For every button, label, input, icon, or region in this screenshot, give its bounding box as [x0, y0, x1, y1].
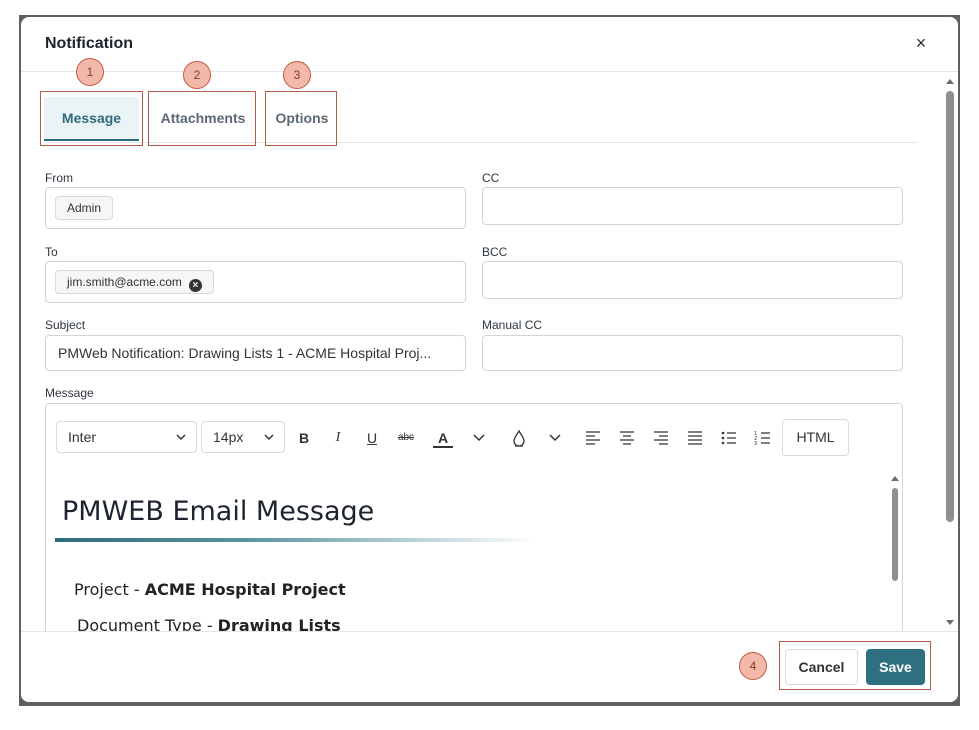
bcc-input[interactable]: [482, 261, 903, 299]
align-justify-icon[interactable]: [685, 429, 705, 447]
html-source-button[interactable]: HTML: [782, 419, 849, 456]
dialog-scrollbar-thumb[interactable]: [946, 91, 954, 522]
message-label: Message: [45, 386, 94, 400]
align-center-icon[interactable]: [617, 429, 637, 447]
from-label: From: [45, 171, 73, 185]
subject-value: PMWeb Notification: Drawing Lists 1 - AC…: [58, 345, 432, 361]
from-chip[interactable]: Admin: [55, 196, 114, 220]
scroll-up-arrow-icon[interactable]: [946, 79, 954, 84]
callout-highlight-attachments-tab: [148, 91, 256, 146]
strikethrough-button[interactable]: abc: [396, 429, 416, 447]
text-color-chevron-icon[interactable]: [469, 429, 489, 447]
message-editor[interactable]: Inter 14px B I U abc A 123 HTML PMWEB Em…: [45, 403, 903, 643]
dialog-scrollbar[interactable]: [943, 77, 957, 629]
remove-chip-icon[interactable]: ×: [188, 279, 202, 292]
align-left-icon[interactable]: [583, 429, 603, 447]
to-label: To: [45, 245, 58, 259]
to-chip: jim.smith@acme.com ×: [55, 270, 214, 294]
callout-highlight-message-tab: [40, 91, 143, 146]
svg-text:3: 3: [754, 441, 757, 447]
chevron-down-icon: [264, 434, 274, 441]
manual-cc-label: Manual CC: [482, 318, 543, 332]
scroll-up-arrow-icon[interactable]: [891, 476, 899, 481]
font-size-select[interactable]: 14px: [201, 421, 285, 453]
callout-badge-1: 1: [76, 58, 104, 86]
subject-label: Subject: [45, 318, 86, 332]
underline-button[interactable]: U: [362, 429, 382, 447]
email-heading-underline: [55, 538, 537, 542]
email-heading: PMWEB Email Message: [62, 496, 375, 527]
cancel-button[interactable]: Cancel: [785, 649, 858, 685]
callout-highlight-options-tab: [265, 91, 337, 146]
notification-dialog: Notification × Message Attachments Optio…: [21, 17, 958, 702]
bcc-label: BCC: [482, 245, 508, 259]
text-color-button[interactable]: A: [433, 429, 453, 448]
dialog-title: Notification: [45, 35, 133, 52]
save-button[interactable]: Save: [866, 649, 925, 685]
callout-badge-4: 4: [739, 652, 767, 680]
editor-scrollbar-thumb[interactable]: [892, 488, 898, 581]
subject-input[interactable]: PMWeb Notification: Drawing Lists 1 - AC…: [45, 335, 466, 371]
highlight-color-icon[interactable]: [509, 429, 529, 447]
bold-button[interactable]: B: [294, 429, 314, 447]
dialog-header: Notification ×: [21, 17, 958, 72]
italic-button[interactable]: I: [328, 429, 348, 447]
cc-input[interactable]: [482, 187, 903, 225]
align-right-icon[interactable]: [651, 429, 671, 447]
email-project-line: Project - ACME Hospital Project: [74, 580, 346, 599]
font-family-select[interactable]: Inter: [56, 421, 197, 453]
highlight-color-chevron-icon[interactable]: [545, 429, 565, 447]
to-field[interactable]: jim.smith@acme.com ×: [45, 261, 466, 303]
from-field[interactable]: Admin: [45, 187, 466, 229]
scroll-down-arrow-icon[interactable]: [946, 620, 954, 625]
bullet-list-icon[interactable]: [719, 429, 739, 447]
manual-cc-input[interactable]: [482, 335, 903, 371]
numbered-list-icon[interactable]: 123: [753, 429, 773, 447]
close-icon[interactable]: ×: [913, 33, 929, 53]
editor-scrollbar[interactable]: [888, 474, 900, 642]
callout-badge-3: 3: [283, 61, 311, 89]
cc-label: CC: [482, 171, 500, 185]
callout-badge-2: 2: [183, 61, 211, 89]
chevron-down-icon: [176, 434, 186, 441]
